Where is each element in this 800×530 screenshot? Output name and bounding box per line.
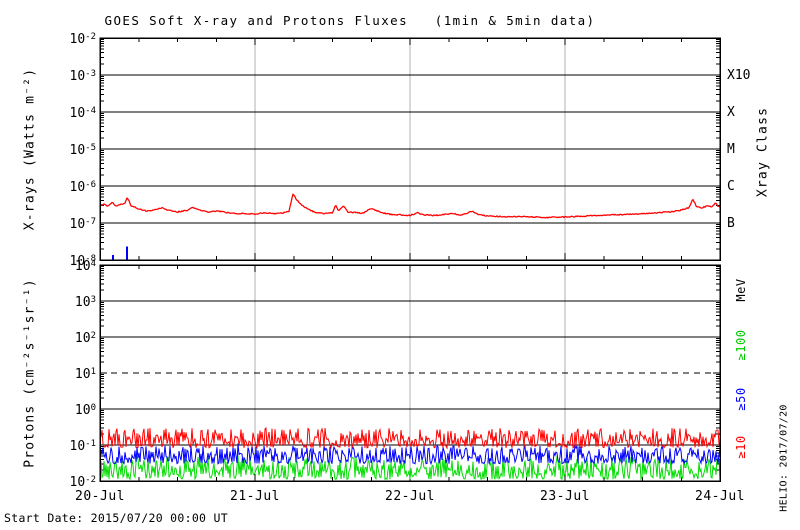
plot-canvas <box>99 37 721 482</box>
proton-legend-title: MeV <box>734 278 748 302</box>
xray-class-label-x: X <box>727 105 735 120</box>
xray-y-tick-label: 10-4 <box>69 106 97 121</box>
proton-y-tick-label: 101 <box>74 367 96 382</box>
xray-class-label-b: B <box>727 216 735 231</box>
goes-flux-chart: GOES Soft X-ray and Protons Fluxes (1min… <box>0 0 800 530</box>
xray-y-tick-label: 10-3 <box>69 69 97 84</box>
proton-legend-label-ge10: ≥10 <box>734 435 748 459</box>
start-date-label: Start Date: 2015/07/20 00:00 UT <box>4 511 228 525</box>
watermark-label: HELIO: 2017/07/20 <box>778 404 790 512</box>
xray-class-label-x10: X10 <box>727 68 751 83</box>
proton-y-tick-label: 10-1 <box>69 439 97 454</box>
proton-y-tick-label: 103 <box>74 295 96 310</box>
proton-y-tick-label: 102 <box>74 331 96 346</box>
xray-y-tick-label: 10-7 <box>69 217 97 232</box>
proton-y-tick-label: 10-2 <box>69 475 97 490</box>
x-tick-label: 22-Jul <box>385 489 435 504</box>
xray-class-label-c: C <box>727 179 735 194</box>
xray-class-label-m: M <box>727 142 735 157</box>
proton-legend-label-ge100: ≥100 <box>734 329 748 361</box>
x-tick-label: 23-Jul <box>540 489 590 504</box>
x-tick-label: 24-Jul <box>695 489 745 504</box>
proton-legend-label-ge50: ≥50 <box>734 387 748 411</box>
chart-title: GOES Soft X-ray and Protons Fluxes (1min… <box>104 13 596 28</box>
xray-class-axis-title: Xray Class <box>755 106 771 198</box>
xray-y-tick-label: 10-2 <box>69 32 97 47</box>
proton-y-tick-label: 104 <box>74 259 96 274</box>
proton-y-axis-title: Protons (cm⁻²s⁻¹sr⁻¹) <box>22 278 38 468</box>
xray-y-tick-label: 10-5 <box>69 143 97 158</box>
xray-y-axis-title: X-rays (Watts m⁻²) <box>22 67 38 231</box>
x-tick-label: 21-Jul <box>230 489 280 504</box>
proton-y-tick-label: 100 <box>74 403 96 418</box>
xray-y-tick-label: 10-6 <box>69 180 97 195</box>
x-tick-label: 20-Jul <box>75 489 125 504</box>
